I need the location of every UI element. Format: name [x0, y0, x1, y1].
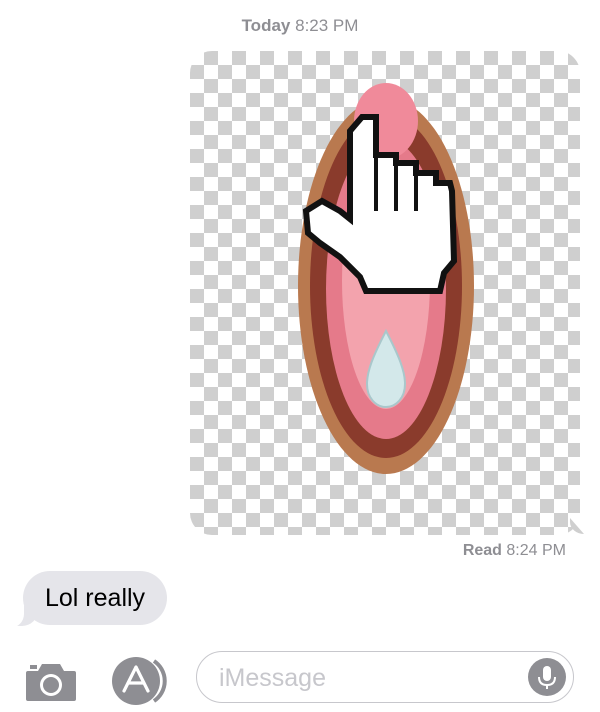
appstore-icon — [112, 657, 167, 705]
sent-image-message[interactable] — [190, 51, 580, 535]
received-message-text: Lol really — [45, 583, 146, 612]
read-time: 8:24 PM — [506, 542, 566, 559]
message-timestamp: Today 8:23 PM — [0, 16, 600, 36]
read-label: Read — [462, 542, 502, 559]
microphone-button[interactable] — [528, 658, 566, 696]
timestamp-time: 8:23 PM — [295, 16, 359, 35]
message-composer — [0, 645, 600, 711]
camera-icon — [26, 664, 76, 701]
read-receipt: Read 8:24 PM — [463, 542, 566, 560]
camera-button[interactable] — [24, 659, 78, 703]
received-message-bubble[interactable]: Lol really — [23, 571, 168, 625]
mouth-cursor-sticker — [298, 83, 474, 474]
message-input-field[interactable] — [196, 651, 574, 703]
message-input[interactable] — [217, 658, 521, 698]
microphone-icon — [538, 666, 556, 689]
timestamp-day: Today — [241, 16, 291, 35]
appstore-button[interactable] — [110, 655, 172, 707]
